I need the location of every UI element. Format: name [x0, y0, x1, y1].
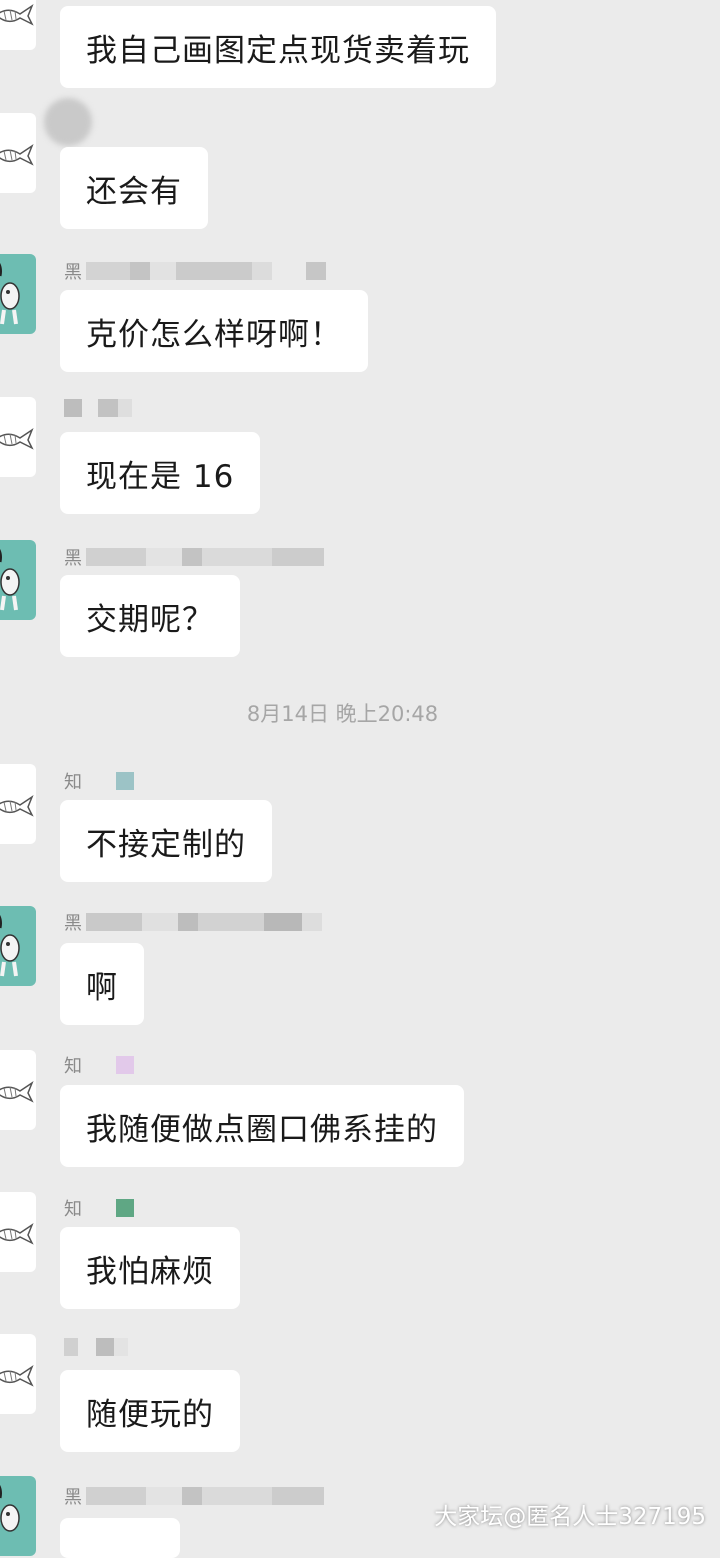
sender-nickname: 黑 — [64, 261, 326, 283]
nickname-text: 知 — [64, 1199, 82, 1220]
sender-nickname: 黑 — [64, 1486, 324, 1508]
sender-nickname: 黑 — [64, 912, 322, 934]
redacted-blur — [150, 262, 176, 280]
redacted-blur — [272, 548, 324, 566]
avatar[interactable] — [0, 1050, 36, 1130]
redacted-blur — [78, 1338, 96, 1356]
message-bubble[interactable]: 我自己画图定点现货卖着玩 — [60, 6, 496, 88]
fish-sketch-icon — [0, 1365, 34, 1387]
fish-sketch-icon — [0, 428, 34, 450]
redacted-blur — [86, 1199, 116, 1217]
message-bubble[interactable]: 现在是 16 — [60, 432, 261, 514]
redacted-blur — [86, 262, 130, 280]
cat-figure-icon — [0, 1484, 20, 1532]
avatar[interactable] — [0, 1476, 36, 1556]
redacted-blur — [272, 1487, 324, 1505]
message-bubble[interactable]: 随便玩的 — [60, 1370, 240, 1452]
message-bubble[interactable]: 我随便做点圈口佛系挂的 — [60, 1085, 464, 1167]
cat-figure-icon — [0, 262, 20, 325]
redacted-blur — [64, 399, 82, 417]
redacted-blur — [82, 399, 98, 417]
redacted-blur — [116, 1056, 134, 1074]
redacted-blur — [146, 1487, 182, 1505]
avatar[interactable] — [0, 906, 36, 986]
redacted-blur — [98, 399, 118, 417]
redacted-blur — [272, 262, 306, 280]
message-bubble[interactable]: 不接定制的 — [60, 800, 272, 882]
redacted-blur — [130, 262, 150, 280]
redacted-blur — [252, 262, 272, 280]
sender-nickname: 知 — [64, 771, 134, 793]
blurred-avatar-fragment — [44, 98, 92, 146]
fish-sketch-icon — [0, 1223, 34, 1245]
redacted-blur — [176, 262, 252, 280]
redacted-blur — [96, 1338, 114, 1356]
redacted-blur — [86, 1056, 116, 1074]
message-text: 不接定制的 — [86, 826, 246, 863]
message-bubble[interactable]: 啊 — [60, 943, 144, 1025]
redacted-blur — [146, 548, 182, 566]
watermark: 大家坛@匿名人士327195 — [434, 1504, 706, 1530]
cat-figure-icon — [0, 914, 20, 977]
redacted-blur — [182, 548, 202, 566]
redacted-blur — [64, 1338, 78, 1356]
message-text: 随便玩的 — [86, 1396, 214, 1433]
message-text: 我自己画图定点现货卖着玩 — [86, 32, 470, 69]
avatar[interactable] — [0, 254, 36, 334]
redacted-blur — [86, 772, 116, 790]
message-text: 克价怎么样呀啊！ — [86, 316, 342, 353]
redacted-blur — [202, 548, 272, 566]
cat-figure-icon — [0, 548, 20, 611]
avatar[interactable] — [0, 540, 36, 620]
avatar[interactable] — [0, 1192, 36, 1272]
avatar[interactable] — [0, 764, 36, 844]
sender-nickname: 黑 — [64, 547, 324, 569]
sender-nickname: 知 — [64, 1055, 134, 1077]
redacted-blur — [114, 1338, 128, 1356]
timestamp: 8月14日 晚上20:48 — [246, 702, 439, 726]
avatar[interactable] — [0, 397, 36, 477]
message-bubble[interactable]: 交期呢？ — [60, 575, 240, 657]
redacted-blur — [198, 913, 264, 931]
nickname-text: 黑 — [64, 1487, 82, 1508]
fish-sketch-icon — [0, 4, 34, 26]
sender-nickname — [64, 1337, 128, 1357]
nickname-text: 黑 — [64, 913, 82, 934]
nickname-text: 黑 — [64, 548, 82, 569]
redacted-blur — [178, 913, 198, 931]
message-text: 我怕麻烦 — [86, 1253, 214, 1290]
nickname-text: 黑 — [64, 262, 82, 283]
nickname-text: 知 — [64, 1056, 82, 1077]
redacted-blur — [116, 1199, 134, 1217]
avatar[interactable] — [0, 0, 36, 50]
message-bubble[interactable]: 我怕麻烦 — [60, 1227, 240, 1309]
redacted-blur — [306, 262, 326, 280]
redacted-blur — [86, 548, 146, 566]
avatar[interactable] — [0, 113, 36, 193]
message-text: 我随便做点圈口佛系挂的 — [86, 1111, 438, 1148]
message-bubble[interactable]: 克价怎么样呀啊！ — [60, 290, 368, 372]
message-bubble[interactable] — [60, 1518, 180, 1558]
redacted-blur — [202, 1487, 272, 1505]
sender-nickname: 知 — [64, 1198, 134, 1220]
redacted-blur — [182, 1487, 202, 1505]
redacted-blur — [118, 399, 132, 417]
redacted-blur — [86, 1487, 146, 1505]
sender-nickname — [64, 398, 132, 418]
redacted-blur — [116, 772, 134, 790]
redacted-blur — [86, 913, 142, 931]
fish-sketch-icon — [0, 795, 34, 817]
message-text: 啊 — [86, 969, 118, 1006]
redacted-blur — [142, 913, 178, 931]
message-bubble[interactable]: 还会有 — [60, 147, 208, 229]
message-text: 现在是 16 — [86, 458, 235, 495]
redacted-blur — [302, 913, 322, 931]
fish-sketch-icon — [0, 1081, 34, 1103]
avatar[interactable] — [0, 1334, 36, 1414]
message-text: 交期呢？ — [86, 601, 214, 638]
redacted-blur — [264, 913, 302, 931]
fish-sketch-icon — [0, 144, 34, 166]
message-text: 还会有 — [86, 173, 182, 210]
nickname-text: 知 — [64, 772, 82, 793]
